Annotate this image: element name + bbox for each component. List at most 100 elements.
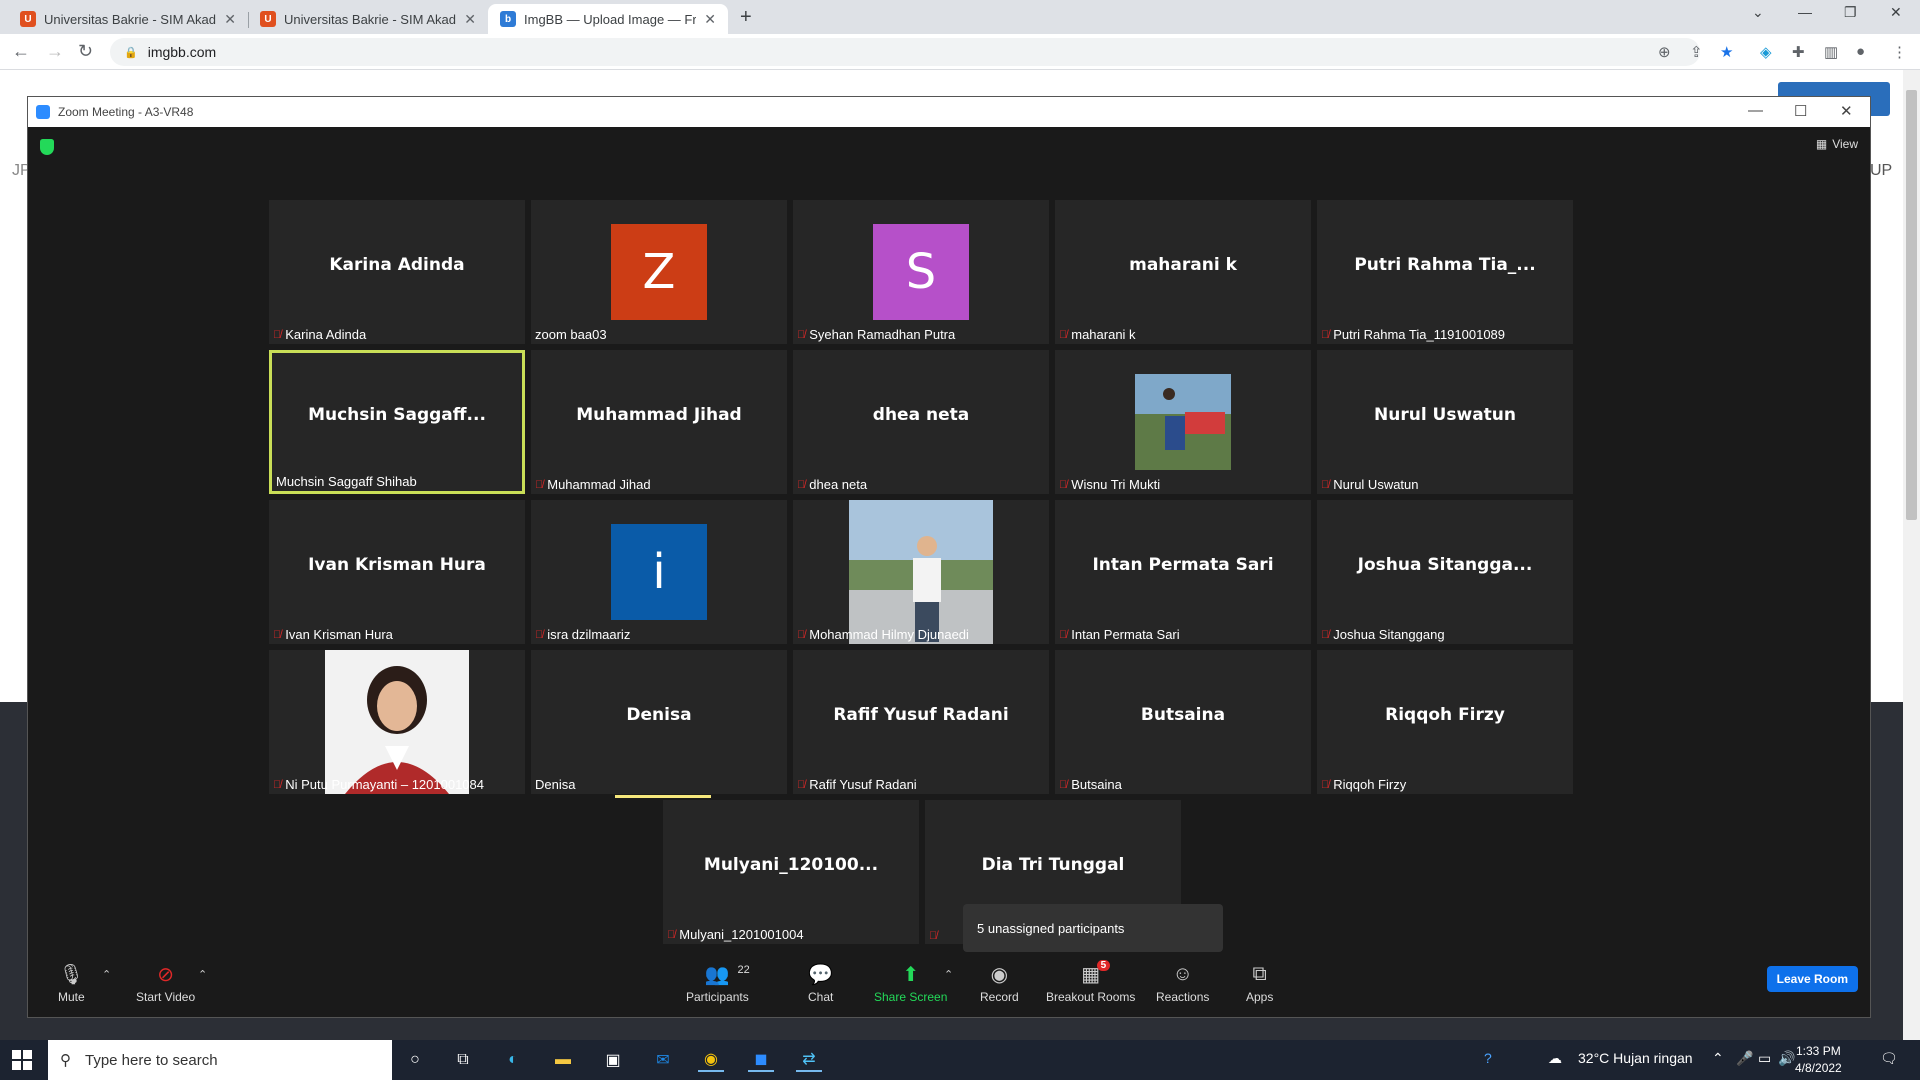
tray-mic-icon[interactable]: 🎤 — [1736, 1050, 1753, 1067]
zoom-icon[interactable]: ⊕ — [1658, 43, 1671, 61]
participant-name-label: 🎙̸ Nurul Uswatun — [1321, 477, 1419, 492]
share-options-caret-icon[interactable]: ⌃ — [944, 968, 953, 981]
video-tile[interactable]: Denisa Denisa — [531, 650, 787, 798]
menu-icon[interactable]: ⋮ — [1892, 43, 1907, 61]
zoom-minimize-icon[interactable]: — — [1748, 102, 1763, 119]
system-clock[interactable]: 1:33 PM 4/8/2022 — [1795, 1043, 1842, 1077]
cortana-icon[interactable]: ○ — [402, 1048, 428, 1072]
breakout-rooms-button[interactable]: ▦ 5 Breakout Rooms — [1046, 960, 1135, 1004]
participant-name-label: Denisa — [535, 777, 576, 792]
apps-button[interactable]: ⧉ Apps — [1246, 962, 1273, 1005]
participants-button[interactable]: 👥 22 Participants — [686, 962, 750, 1005]
close-tab-icon[interactable]: ✕ — [464, 11, 476, 28]
puzzle-icon[interactable]: ✚ — [1792, 43, 1805, 61]
video-tile[interactable]: 🎙̸ Mohammad Hilmy Djunaedi — [793, 500, 1049, 644]
mute-button[interactable]: 🎙 Mute — [58, 962, 85, 1005]
help-icon[interactable]: ? — [1484, 1050, 1492, 1066]
participant-name-label: 🎙̸ Mulyani_1201001004 — [667, 927, 804, 942]
address-bar[interactable]: 🔒 imgbb.com — [110, 38, 1700, 66]
participant-name-label: 🎙̸ Putri Rahma Tia_1191001089 — [1321, 327, 1506, 342]
participant-name-label: 🎙̸ maharani k — [1059, 327, 1136, 342]
video-tile[interactable]: Joshua Sitangga... 🎙̸ Joshua Sitanggang — [1317, 500, 1573, 644]
browser-tab[interactable]: U Universitas Bakrie - SIM Akadem ✕ — [248, 4, 488, 34]
task-view-icon[interactable]: ⧉ — [450, 1048, 476, 1072]
participant-display-name: Mulyani_120100... — [703, 855, 879, 875]
security-shield-icon[interactable] — [40, 139, 54, 155]
zoom-close-icon[interactable]: ✕ — [1840, 102, 1853, 120]
share-icon[interactable]: ⇪ — [1690, 43, 1703, 61]
video-tile[interactable]: Mulyani_120100... 🎙̸ Mulyani_1201001004 — [663, 800, 919, 944]
extension-icon[interactable]: ◈ — [1760, 43, 1772, 61]
sidebar-icon[interactable]: ▥ — [1824, 43, 1838, 61]
video-tile[interactable]: Riqqoh Firzy 🎙̸ Riqqoh Firzy — [1317, 650, 1573, 794]
video-tile[interactable]: Zzoom baa03 — [531, 200, 787, 344]
profile-icon[interactable]: ● — [1856, 43, 1865, 60]
muted-mic-icon: 🎙̸ — [667, 928, 676, 941]
record-icon: ◉ — [990, 963, 1009, 986]
minimize-icon[interactable]: — — [1798, 4, 1812, 20]
forward-icon[interactable]: → — [46, 41, 64, 62]
view-button[interactable]: ▦ View — [1816, 137, 1858, 151]
audio-options-caret-icon[interactable]: ⌃ — [102, 968, 111, 981]
video-tile[interactable]: i 🎙̸ isra dzilmaariz — [531, 500, 787, 644]
chat-button[interactable]: 💬 Chat — [808, 962, 833, 1005]
video-tile[interactable]: Putri Rahma Tia_... 🎙̸ Putri Rahma Tia_119… — [1317, 200, 1573, 344]
back-icon[interactable]: ← — [12, 41, 30, 62]
chrome-icon[interactable]: ◉ — [698, 1048, 724, 1072]
video-tile[interactable]: S 🎙̸ Syehan Ramadhan Putra — [793, 200, 1049, 344]
reload-icon[interactable]: ↻ — [78, 41, 93, 62]
muted-mic-icon: 🎙̸ — [1321, 778, 1330, 791]
edge-icon[interactable]: ◐ — [500, 1048, 526, 1072]
share-screen-button[interactable]: ⬆ Share Screen — [874, 962, 947, 1005]
close-tab-icon[interactable]: ✕ — [704, 11, 716, 28]
zoom-app-icon[interactable]: ◼ — [748, 1048, 774, 1072]
video-tile[interactable]: Nurul Uswatun 🎙̸ Nurul Uswatun — [1317, 350, 1573, 494]
browser-tab-active[interactable]: b ImgBB — Upload Image — Free ✕ — [488, 4, 728, 34]
video-tile[interactable]: Muhammad Jihad 🎙̸ Muhammad Jihad — [531, 350, 787, 494]
zoom-window-title: Zoom Meeting - A3-VR48 — [58, 105, 194, 119]
video-tile[interactable]: dhea neta 🎙̸ dhea neta — [793, 350, 1049, 494]
browser-tab[interactable]: U Universitas Bakrie - SIM Akadem ✕ — [8, 4, 248, 34]
breakout-rooms-icon: ▦ 5 — [1081, 960, 1111, 986]
video-tile[interactable]: 🎙̸ Ni Putu Purmayanti – 1201001084 — [269, 650, 525, 794]
zoom-maximize-icon[interactable]: ☐ — [1794, 102, 1807, 120]
file-explorer-icon[interactable]: ▬ — [550, 1048, 576, 1072]
close-tab-icon[interactable]: ✕ — [224, 11, 236, 28]
teamviewer-icon[interactable]: ⇄ — [796, 1048, 822, 1072]
reactions-button[interactable]: ☺ Reactions — [1156, 962, 1209, 1005]
taskbar-search[interactable]: ⚲ Type here to search — [48, 1040, 392, 1080]
restore-icon[interactable]: ❐ — [1844, 4, 1857, 21]
windows-start-icon[interactable] — [12, 1050, 32, 1070]
video-tile[interactable]: Rafif Yusuf Radani 🎙̸ Rafif Yusuf Radani — [793, 650, 1049, 794]
mail-icon[interactable]: ✉ — [650, 1048, 676, 1072]
video-options-caret-icon[interactable]: ⌃ — [198, 968, 207, 981]
volume-icon[interactable]: 🔊 — [1778, 1050, 1795, 1067]
scrollbar-thumb[interactable] — [1906, 90, 1917, 520]
bookmark-star-icon[interactable]: ★ — [1720, 43, 1733, 61]
apps-icon: ⧉ — [1252, 962, 1267, 985]
video-tile[interactable]: Intan Permata Sari 🎙̸ Intan Permata Sari — [1055, 500, 1311, 644]
participant-name-label: 🎙̸ Riqqoh Firzy — [1321, 777, 1407, 792]
network-icon[interactable]: ▭ — [1758, 1050, 1771, 1067]
record-button[interactable]: ◉ Record — [980, 962, 1019, 1005]
video-tile[interactable]: Butsaina 🎙̸ Butsaina — [1055, 650, 1311, 794]
video-tile[interactable]: 🎙̸ Wisnu Tri Mukti — [1055, 350, 1311, 494]
tray-chevron-icon[interactable]: ⌃ — [1712, 1050, 1724, 1067]
store-icon[interactable]: ▣ — [600, 1048, 626, 1072]
weather-text[interactable]: 32°C Hujan ringan — [1578, 1050, 1693, 1066]
notifications-icon[interactable]: 🗨 — [1880, 1050, 1898, 1067]
leave-room-button[interactable]: Leave Room — [1766, 966, 1858, 992]
participant-name-label: 🎙̸ Butsaina — [1059, 777, 1122, 792]
video-tile[interactable]: Muchsin Saggaff... Muchsin Saggaff Shihab — [269, 350, 525, 494]
weather-icon[interactable]: ☁ — [1548, 1050, 1562, 1067]
new-tab-icon[interactable]: + — [740, 6, 752, 29]
close-window-icon[interactable]: ✕ — [1890, 4, 1902, 21]
video-tile[interactable]: Karina Adinda 🎙̸ Karina Adinda — [269, 200, 525, 344]
participant-display-name: Nurul Uswatun — [1374, 405, 1516, 425]
start-video-button[interactable]: ⊘ Start Video — [136, 962, 195, 1005]
tab-search-icon[interactable]: ⌄ — [1752, 4, 1764, 21]
video-tile[interactable]: Ivan Krisman Hura 🎙̸ Ivan Krisman Hura — [269, 500, 525, 644]
muted-mic-icon: 🎙̸ — [797, 628, 806, 641]
participant-name-label: 🎙̸ Ni Putu Purmayanti – 1201001084 — [273, 777, 484, 792]
video-tile[interactable]: maharani k 🎙̸ maharani k — [1055, 200, 1311, 344]
